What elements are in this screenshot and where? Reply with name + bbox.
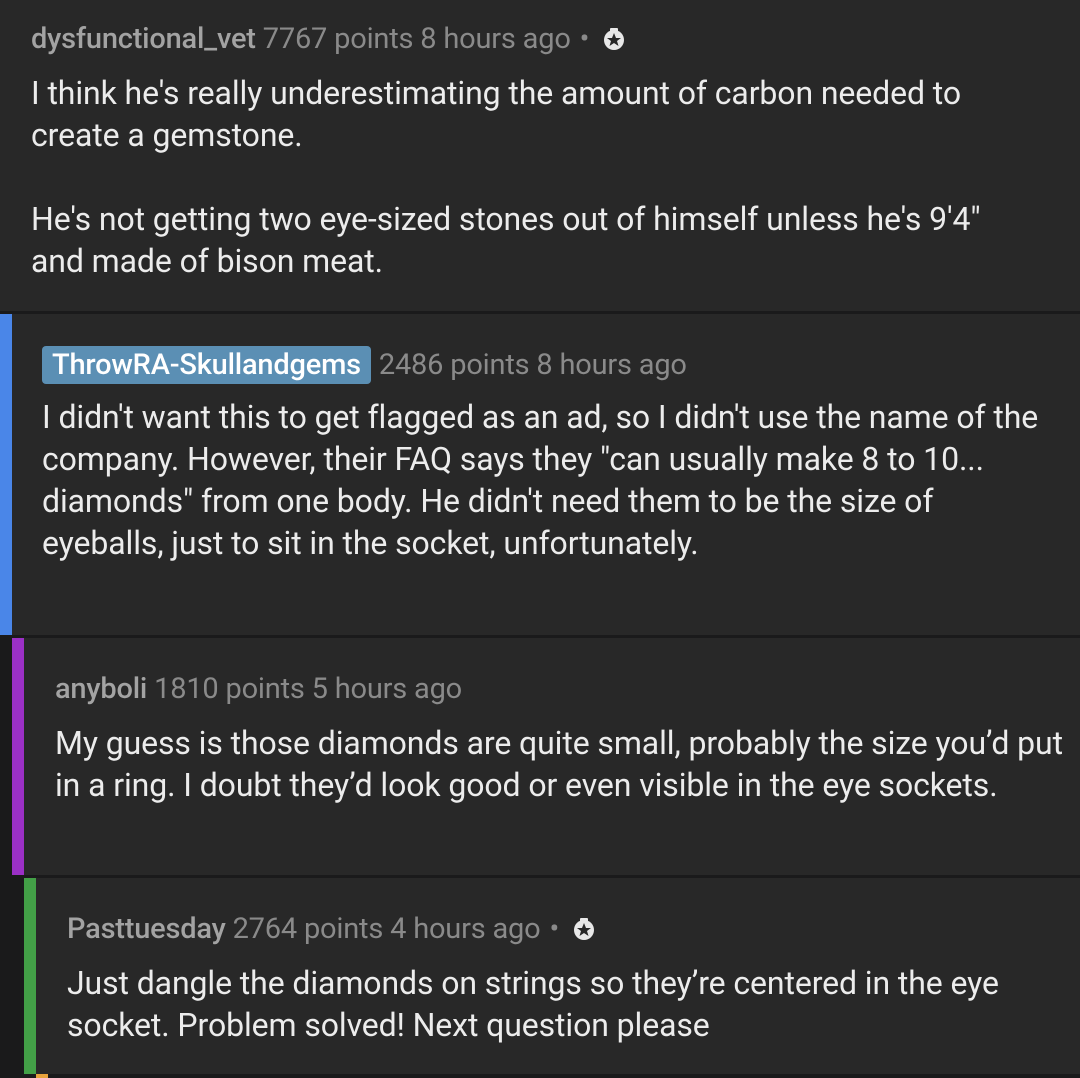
comment-meta: anyboli 1810 points 5 hours ago — [55, 672, 462, 706]
comment-body: Just dangle the diamonds on strings so t… — [67, 964, 999, 1044]
depth-indicator — [0, 314, 12, 635]
depth-indicator — [24, 878, 36, 1074]
comment-pasttuesday[interactable]: Pasttuesday 2764 points 4 hours ago • Ju… — [24, 878, 1080, 1074]
award-icon[interactable] — [572, 917, 596, 941]
op-author-flair[interactable]: ThrowRA-Skullandgems — [42, 346, 371, 384]
depth-indicator — [12, 638, 24, 875]
comment-score-time: 2486 points 8 hours ago — [378, 348, 687, 382]
next-depth-indicator — [36, 1074, 48, 1078]
comment-body: My guess is those diamonds are quite sma… — [55, 724, 1063, 804]
comment-meta: Pasttuesday 2764 points 4 hours ago • — [67, 912, 596, 946]
comment-author[interactable]: Pasttuesday — [67, 912, 226, 946]
award-icon[interactable] — [602, 27, 626, 51]
meta-separator: • — [549, 912, 560, 946]
comment-meta: dysfunctional_vet 7767 points 8 hours ag… — [31, 22, 626, 56]
comment-body: I think he's really underestimating the … — [31, 74, 981, 280]
comment-throwra-skullandgems[interactable]: ThrowRA-Skullandgems 2486 points 8 hours … — [0, 314, 1080, 635]
comment-author[interactable]: anyboli — [55, 672, 147, 706]
comment-dysfunctional-vet[interactable]: dysfunctional_vet 7767 points 8 hours ag… — [0, 0, 1080, 311]
comment-anyboli[interactable]: anyboli 1810 points 5 hours ago My guess… — [12, 638, 1080, 875]
meta-separator: • — [579, 22, 590, 56]
comment-thread: dysfunctional_vet 7767 points 8 hours ag… — [0, 0, 1080, 1078]
comment-score-time: 7767 points 8 hours ago — [255, 22, 571, 56]
comment-score-time: 2764 points 4 hours ago — [225, 912, 541, 946]
comment-meta: ThrowRA-Skullandgems 2486 points 8 hours … — [42, 346, 687, 384]
comment-score-time: 1810 points 5 hours ago — [147, 672, 463, 706]
comment-body: I didn't want this to get flagged as an … — [42, 398, 1039, 562]
comment-author[interactable]: dysfunctional_vet — [31, 22, 256, 56]
